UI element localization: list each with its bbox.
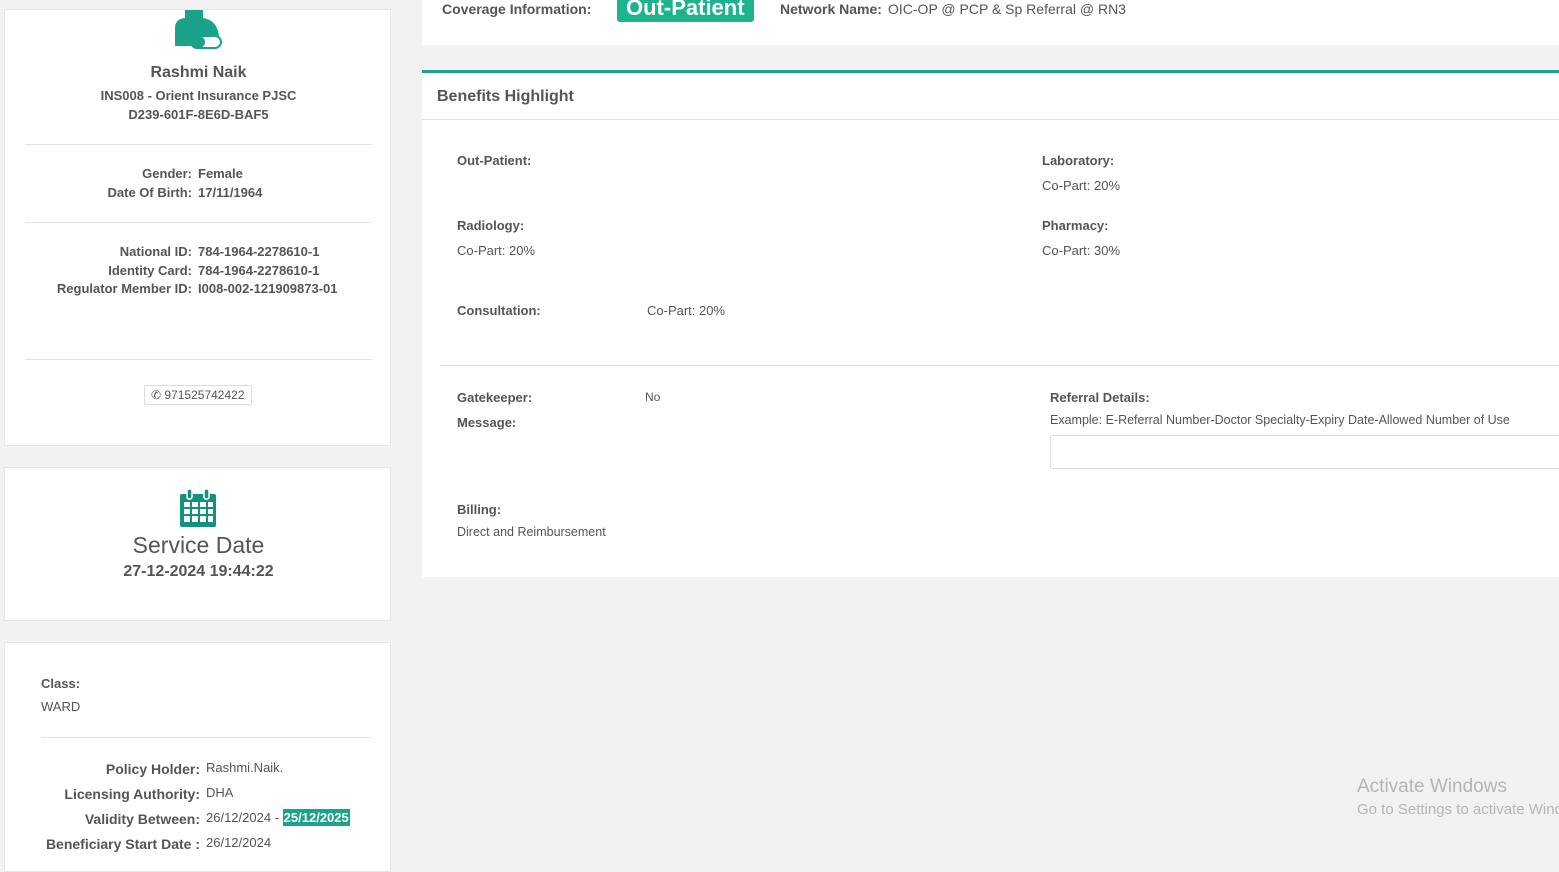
class-value: WARD (41, 699, 81, 714)
out-patient-label: Out-Patient: (457, 153, 532, 168)
referral-details-input[interactable] (1050, 435, 1559, 469)
member-code: D239-601F-8E6D-BAF5 (128, 107, 269, 122)
authority-label: Licensing Authority: (64, 786, 200, 802)
dob-label: Date Of Birth: (107, 185, 193, 200)
pharmacy-label: Pharmacy: (1042, 218, 1109, 233)
coverage-card: Coverage Information: Out-Patient Networ… (422, 0, 1559, 45)
benefits-title: Benefits Highlight (437, 88, 574, 105)
class-label: Class: (41, 676, 81, 691)
billing-value: Direct and Reimbursement (457, 525, 606, 539)
validity-from: 26/12/2024 (206, 810, 272, 825)
validity: 26/12/2024 - 25/12/2025 (206, 809, 350, 826)
validity-separator: - (274, 810, 280, 825)
laboratory-value: Co-Part: 20% (1042, 178, 1121, 193)
message-label: Message: (457, 415, 517, 430)
benefits-card: Benefits Highlight Out-Patient: Laborato… (422, 70, 1559, 577)
phone-number: 971525742422 (164, 388, 245, 402)
identity-card: 784-1964-2278610-1 (198, 263, 320, 278)
start-label: Beneficiary Start Date : (45, 836, 200, 852)
network-name: OIC-OP @ PCP & Sp Referral @ RN3 (888, 1, 1126, 17)
validity-to: 25/12/2025 (282, 809, 350, 826)
regulator-label: Regulator Member ID: (56, 281, 192, 296)
phone-icon: ✆ (151, 388, 162, 402)
consultation-value: Co-Part: 20% (647, 303, 726, 318)
referral-label: Referral Details: (1050, 390, 1150, 405)
validity-label: Validity Between: (84, 811, 200, 827)
coverage-badge: Out-Patient (617, 0, 754, 22)
pharmacy-value: Co-Part: 30% (1042, 243, 1121, 258)
dob: 17/11/1964 (198, 185, 263, 200)
insurer: INS008 - Orient Insurance PJSC (100, 88, 297, 103)
radiology-value: Co-Part: 20% (457, 243, 536, 258)
network-label: Network Name: (780, 1, 882, 17)
activate-windows-subtitle: Go to Settings to activate Windows. (1357, 801, 1559, 818)
consultation-label: Consultation: (457, 303, 541, 318)
beneficiary-start: 26/12/2024 (206, 835, 272, 850)
national-id-label: National ID: (119, 244, 192, 259)
gender-label: Gender: (142, 166, 192, 181)
regulator-id: I008-002-121909873-01 (198, 281, 338, 296)
coverage-label: Coverage Information: (442, 1, 592, 17)
profile-card: Rashmi Naik INS008 - Orient Insurance PJ… (4, 9, 391, 446)
national-id: 784-1964-2278610-1 (198, 244, 320, 259)
calendar-icon (180, 488, 216, 527)
licensing-authority: DHA (206, 785, 234, 800)
patient-name: Rashmi Naik (150, 64, 247, 81)
patient-icon (175, 10, 222, 49)
gatekeeper-value: No (645, 390, 661, 404)
policy-holder: Rashmi.Naik. (206, 760, 284, 775)
billing-label: Billing: (457, 502, 502, 517)
policy-card: Class: WARD Policy Holder: Rashmi.Naik. … (4, 642, 391, 872)
service-datetime: 27-12-2024 19:44:22 (123, 563, 274, 580)
activate-windows-title: Activate Windows (1357, 776, 1507, 797)
identity-card-label: Identity Card: (108, 263, 192, 278)
phone-button[interactable]: ✆ 971525742422 (144, 385, 252, 405)
radiology-label: Radiology: (457, 218, 525, 233)
holder-label: Policy Holder: (105, 761, 200, 777)
service-date-title: Service Date (132, 532, 265, 558)
service-date-card: Service Date 27-12-2024 19:44:22 (4, 467, 391, 621)
gender: Female (198, 166, 243, 181)
laboratory-label: Laboratory: (1042, 153, 1115, 168)
referral-example: Example: E-Referral Number-Doctor Specia… (1050, 413, 1510, 427)
gatekeeper-label: Gatekeeper: (457, 390, 533, 405)
